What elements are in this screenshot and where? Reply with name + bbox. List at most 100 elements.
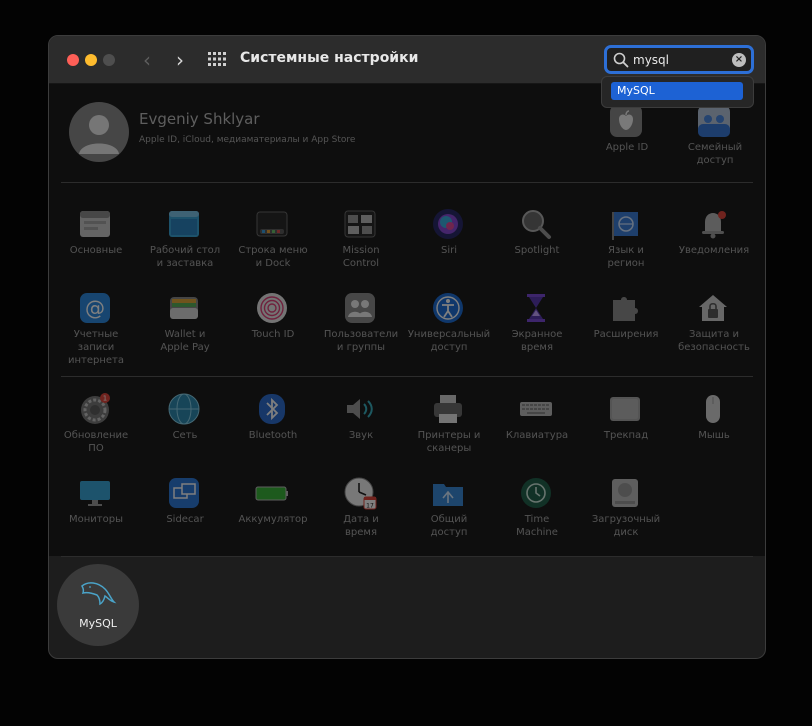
forward-button[interactable]: › — [169, 48, 191, 72]
pane-label: Дата и время — [343, 514, 379, 538]
pane-screen-time[interactable]: Экранное время — [494, 283, 580, 367]
search-input[interactable] — [633, 50, 729, 70]
pane-wallet-apple-pay[interactable]: Wallet и Apple Pay — [142, 283, 228, 367]
pane-date-time[interactable]: 17 Дата и время — [318, 468, 404, 552]
mission-control-icon — [344, 210, 376, 238]
pane-label: Принтеры и сканеры — [417, 430, 481, 454]
pane-label: Мышь — [698, 430, 730, 441]
pane-label: Bluetooth — [248, 430, 298, 441]
close-window-button[interactable] — [67, 54, 79, 66]
pane-startup-disk[interactable]: Загрузочный диск — [583, 468, 669, 552]
pane-label: Строка меню и Dock — [238, 245, 308, 269]
pane-label: Загрузочный диск — [591, 514, 661, 538]
pane-label: Sidecar — [166, 514, 204, 525]
extensions-icon — [613, 297, 638, 321]
pane-keyboard[interactable]: Клавиатура — [494, 384, 580, 468]
pane-general[interactable]: Основные — [53, 199, 139, 283]
preferences-content: Evgeniy Shklyar Apple ID, iCloud, медиам… — [49, 84, 765, 658]
minimize-window-button[interactable] — [85, 54, 97, 66]
startup-disk-icon — [612, 479, 638, 507]
internet-accounts-icon: @ — [80, 293, 110, 323]
pane-notifications[interactable]: Уведомления — [671, 199, 757, 283]
separator — [61, 376, 753, 377]
pane-label: Mission Control — [342, 245, 380, 269]
pane-label: Трекпад — [603, 430, 649, 441]
pane-mission-control[interactable]: Mission Control — [318, 199, 404, 283]
sharing-icon — [433, 484, 463, 506]
users-groups-icon — [345, 293, 375, 323]
pane-label: Пользователи и группы — [323, 329, 399, 353]
mouse-icon — [706, 395, 720, 423]
pane-label: Учетные записи интернета — [67, 329, 124, 366]
dock-icon — [256, 211, 288, 237]
language-region-icon — [612, 212, 638, 240]
zoom-window-button[interactable] — [103, 54, 115, 66]
pane-sharing[interactable]: Общий доступ — [406, 468, 492, 552]
pane-software-update[interactable]: 1 Обновление ПО — [53, 384, 139, 468]
pane-accessibility[interactable]: Универсальный доступ — [406, 283, 492, 367]
touch-id-icon — [257, 293, 287, 323]
pane-language-region[interactable]: Язык и регион — [583, 199, 669, 283]
separator — [61, 556, 753, 557]
pane-label: MySQL — [79, 617, 117, 630]
search-suggestions: MySQL — [601, 76, 754, 108]
pane-label: Обновление ПО — [63, 430, 129, 454]
pane-printers-scanners[interactable]: Принтеры и сканеры — [406, 384, 492, 468]
desktop-background-text — [352, 2, 460, 10]
pane-trackpad[interactable]: Трекпад — [583, 384, 669, 468]
pane-label: Звук — [348, 430, 374, 441]
search-field[interactable]: × — [604, 45, 754, 74]
calendar-day: 17 — [366, 503, 374, 510]
pane-extensions[interactable]: Расширения — [583, 283, 669, 367]
user-subtitle: Apple ID, iCloud, медиаматериалы и App S… — [139, 135, 356, 145]
pane-label: Time Machine — [516, 514, 558, 538]
security-icon — [699, 295, 727, 321]
printers-icon — [434, 395, 462, 423]
search-suggestion-mysql[interactable]: MySQL — [611, 82, 743, 100]
pane-label: Основные — [69, 245, 123, 256]
pane-battery[interactable]: Аккумулятор — [230, 468, 316, 552]
pane-users-groups[interactable]: Пользователи и группы — [318, 283, 404, 367]
third-party-panes: MySQL — [49, 556, 765, 658]
clear-search-icon[interactable]: × — [732, 53, 746, 67]
back-button[interactable]: ‹ — [136, 48, 158, 72]
pane-family-sharing[interactable]: Семейный доступ — [672, 96, 758, 180]
siri-icon — [433, 209, 463, 239]
pane-security[interactable]: Защита и безопасность — [671, 283, 757, 367]
pane-spotlight[interactable]: Spotlight — [494, 199, 580, 283]
pane-mouse[interactable]: Мышь — [671, 384, 757, 468]
show-all-grid-icon[interactable] — [208, 52, 226, 66]
apple-id-user[interactable]: Evgeniy Shklyar Apple ID, iCloud, медиам… — [69, 102, 489, 164]
pane-desktop-screensaver[interactable]: Рабочий стол и заставка — [142, 199, 228, 283]
pane-label: Защита и безопасность — [678, 329, 750, 353]
pane-label: Spotlight — [514, 245, 560, 256]
pane-bluetooth[interactable]: Bluetooth — [230, 384, 316, 468]
pane-menu-bar-dock[interactable]: Строка меню и Dock — [230, 199, 316, 283]
pane-label: Расширения — [593, 329, 659, 340]
pane-time-machine[interactable]: Time Machine — [494, 468, 580, 552]
pane-siri[interactable]: Siri — [406, 199, 492, 283]
general-icon — [80, 211, 110, 237]
pane-sidecar[interactable]: Sidecar — [142, 468, 228, 552]
pane-internet-accounts[interactable]: @ Учетные записи интернета — [53, 283, 139, 367]
pane-label: Мониторы — [69, 514, 123, 525]
sound-icon — [347, 399, 373, 419]
pane-network[interactable]: Сеть — [142, 384, 228, 468]
search-icon — [613, 52, 629, 68]
wallet-icon — [170, 297, 198, 319]
family-icon — [698, 105, 730, 137]
pane-apple-id[interactable]: Apple ID — [584, 96, 670, 180]
pane-label: Клавиатура — [505, 430, 569, 441]
pane-label: Аккумулятор — [238, 514, 308, 525]
pane-displays[interactable]: Мониторы — [53, 468, 139, 552]
pane-label: Touch ID — [251, 329, 295, 340]
pane-label: Семейный доступ — [687, 142, 743, 166]
pane-touch-id[interactable]: Touch ID — [230, 283, 316, 367]
date-time-icon: 17 — [344, 477, 377, 510]
trackpad-icon — [610, 397, 640, 421]
pane-mysql[interactable]: MySQL — [57, 564, 139, 646]
pane-label: Сеть — [172, 430, 198, 441]
apple-icon — [610, 105, 642, 137]
pane-sound[interactable]: Звук — [318, 384, 404, 468]
separator — [61, 182, 753, 183]
